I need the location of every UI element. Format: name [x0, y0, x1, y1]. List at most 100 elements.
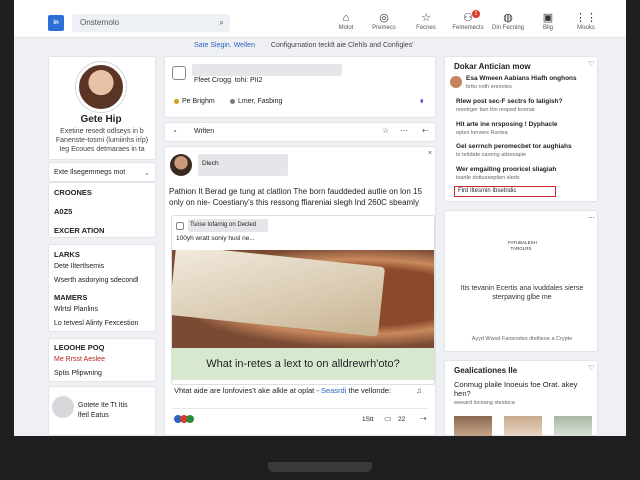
news-sub: inartle dottusseptien sleds	[456, 175, 520, 181]
subnav-text: Configurnation tecklt aie Clehls and Con…	[270, 42, 414, 49]
search-icon[interactable]: ⌕	[219, 17, 224, 28]
events-item[interactable]: Sptis Pfipwning	[54, 370, 102, 377]
nav-item-favorites[interactable]: ☆ Fecnes	[408, 12, 444, 31]
composer-action[interactable]: Lmer, Fasbing	[230, 98, 282, 105]
post-photo[interactable]	[172, 250, 434, 348]
info-icon[interactable]: ♡	[588, 364, 594, 372]
people-icon: ⚇	[463, 12, 473, 24]
laptop-bezel	[0, 436, 640, 480]
news-headline[interactable]: Hit arte ine nrsposing ! Dyphacle	[456, 121, 558, 128]
chat-icon: ◍	[503, 12, 513, 24]
celebrate-icon[interactable]	[186, 415, 194, 423]
group-title: LARKS	[54, 250, 80, 259]
ad-sub: Ayyd Wwsd Fansnotes dtetlieoe a Crypte	[471, 336, 573, 342]
bread-image	[172, 250, 386, 337]
group-item[interactable]: Dete Iltertlsemis	[54, 263, 104, 270]
divider	[172, 408, 428, 409]
section-item[interactable]: EXCER ATION	[54, 226, 104, 235]
close-icon[interactable]: ×	[428, 150, 432, 157]
news-title: Dokar Antician mow	[454, 62, 531, 71]
group-item[interactable]: Lo tetvesl Alinty Fexcestion	[54, 320, 138, 327]
profile-avatar[interactable]	[76, 62, 126, 112]
video-icon	[230, 98, 235, 104]
news-headline[interactable]: Esa Wmeen Aabians Hiafh onghons	[466, 75, 577, 82]
share-icon[interactable]: ⇠	[422, 126, 429, 135]
ad-text: Itis tevanin Ecertis ana ivuddales siers…	[460, 285, 584, 301]
profile-description: Exetine resedt odlseys in b Fanenste-tos…	[55, 128, 149, 153]
post-stat: 1Stt	[362, 416, 374, 423]
nav-item-work[interactable]: ⋮⋮ Mooks	[568, 12, 604, 31]
sort-icon[interactable]: ⬧	[420, 96, 424, 106]
profile-menu-item: Exte Ilsegemmegs mot	[54, 169, 126, 176]
events-item[interactable]: Me Rrsst Aeslee	[54, 356, 105, 363]
news-highlight[interactable]: Flrd Iltesmin Ibsetndic	[454, 186, 556, 197]
app-logo[interactable]: in	[48, 15, 64, 31]
post-author[interactable]: Dlech	[202, 160, 219, 167]
nav-item-blog[interactable]: ▣ Blig	[530, 12, 566, 31]
news-sub: to tetidate caoring atisesapie	[456, 152, 527, 158]
laptop-notch	[268, 462, 372, 472]
post-stat: 22	[398, 416, 406, 423]
news-sub: resotrger tian thn reoped toomat	[456, 107, 535, 113]
search-value: Onsternolo	[80, 18, 120, 27]
news-sub: eptes lonvere Rsnlea	[456, 130, 508, 136]
ad-logo: FATUBALESH TARGLRS	[508, 240, 537, 251]
ad-card	[444, 210, 598, 352]
nav-item-messaging[interactable]: ◍ Din Fecning	[490, 12, 526, 31]
post-footer-link[interactable]: Seasrdi	[321, 386, 346, 395]
notification-badge: 2	[472, 10, 480, 18]
footer-avatar	[52, 396, 74, 418]
post-author-avatar[interactable]	[170, 154, 192, 176]
section-item[interactable]: CROONES	[54, 188, 92, 197]
network-icon: ◎	[379, 12, 389, 24]
person-thumbnail[interactable]	[504, 416, 542, 436]
section-item[interactable]: A0Z5	[54, 207, 72, 216]
people-sub: weeard loceang stestoca	[454, 400, 515, 406]
chevron-down-icon[interactable]: ⌄	[144, 169, 150, 177]
search-input[interactable]: Onsternolo ⌕	[72, 14, 230, 32]
news-headline[interactable]: Rlew post sec-F sectrs fo Ialigish?	[456, 98, 563, 105]
post-footer-text: Vhtat aide are lonfovies't ake alkle at …	[174, 386, 392, 395]
person-thumbnail[interactable]	[454, 416, 492, 436]
info-icon[interactable]: ♡	[588, 60, 594, 68]
group-title: MAMERS	[54, 293, 88, 302]
star-icon[interactable]: ☆	[382, 126, 389, 135]
people-title: Gealicationes IIe	[454, 366, 518, 375]
embed-icon	[176, 222, 184, 230]
group-item[interactable]: Wlrtsl Planlins	[54, 306, 98, 313]
comment-icon[interactable]: ▭	[384, 414, 392, 423]
news-avatar	[450, 76, 462, 88]
news-headline[interactable]: Wer emgaiting prooricel sliagiah	[456, 166, 556, 173]
screen: in Onsternolo ⌕ ⌂ Molot ◎ Premecs ☆ Fecnes …	[14, 0, 626, 436]
embed-header: Tsose Iofarnig on Decled	[190, 222, 257, 228]
post-body: Pathion It Berad ge tung at clatlion The…	[169, 187, 422, 207]
nav-item-home[interactable]: ⌂ Molot	[328, 12, 364, 31]
composer-input[interactable]	[192, 64, 342, 76]
home-icon: ⌂	[342, 12, 350, 24]
edit-icon: ◔	[172, 127, 177, 136]
photo-caption: What in-retes a lext to on alldrewrh'oto…	[172, 348, 434, 380]
photo-icon	[174, 98, 179, 104]
nav-item-people[interactable]: ⚇ 2 Fememects	[450, 10, 486, 31]
composer-hint: Ffeet Crogg. tohi: PII2	[194, 77, 263, 84]
grid-icon: ⋮⋮	[575, 12, 597, 24]
footer-text: Gotete Ite Tt Itis	[78, 402, 128, 409]
more-icon[interactable]: ⋯	[588, 214, 595, 222]
sub-navigation: Sate Slegin. Wellen Configurnation teckl…	[194, 42, 414, 49]
composer-icon	[172, 66, 186, 80]
composer-action[interactable]: Pe Brighm	[174, 98, 215, 105]
person-thumbnail[interactable]	[554, 416, 592, 436]
news-sub: brtto noth enrectes	[466, 84, 512, 90]
subnav-link[interactable]: Sate Slegin. Wellen	[194, 42, 255, 49]
music-icon[interactable]: ♫	[416, 386, 422, 395]
footer-text: lfetl Eatus	[78, 412, 109, 419]
star-icon: ☆	[421, 12, 431, 24]
group-item[interactable]: Wserth asdorying sdecondl	[54, 277, 138, 284]
events-title: LEOOHE POQ	[54, 343, 105, 352]
send-icon[interactable]: ⇢	[420, 414, 427, 423]
news-headline[interactable]: Gel serrnch peromecbet tor aughiahs	[456, 143, 572, 150]
profile-name[interactable]: Gete Hip	[48, 114, 154, 125]
top-navigation-bar: in Onsternolo ⌕ ⌂ Molot ◎ Premecs ☆ Fecnes …	[14, 0, 626, 38]
more-icon[interactable]: ⋯	[400, 126, 408, 135]
nav-item-network[interactable]: ◎ Premecs	[366, 12, 402, 31]
